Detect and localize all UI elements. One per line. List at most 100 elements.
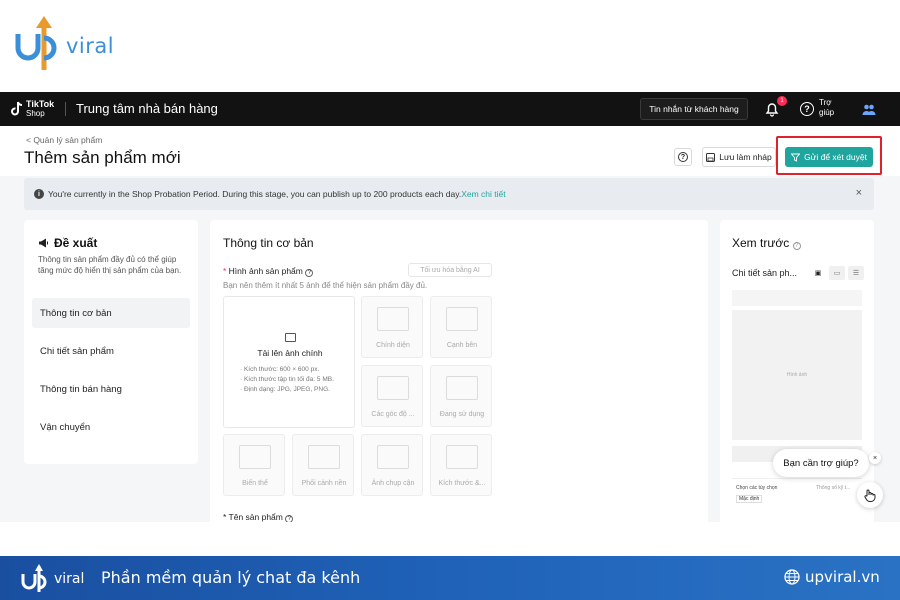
- nav-item-basic-info[interactable]: Thông tin cơ bản: [32, 298, 190, 328]
- product-images-label: * Hình ảnh sản phẩm ?: [223, 266, 314, 277]
- preview-spec-label: Thông số kỹ t...: [816, 485, 851, 491]
- tiktok-note-icon: [11, 101, 23, 116]
- preview-image-placeholder: Hình ảnh: [786, 372, 808, 378]
- tiktok-logo-line2: Shop: [26, 109, 45, 118]
- seller-center-title: Trung tâm nhà bán hàng: [76, 101, 218, 116]
- tiktok-logo-line1: TikTok: [26, 99, 55, 109]
- page-header: < Quản lý sản phẩm Thêm sản phẩm mới ? L…: [0, 126, 900, 176]
- preview-title: Xem trước ?: [732, 236, 801, 250]
- image-slot-variant[interactable]: Biến thể: [223, 434, 285, 496]
- tiktok-header: TikTok Shop Trung tâm nhà bán hàng Tin n…: [0, 92, 900, 126]
- image-slot-label: Đang sử dụng: [439, 411, 485, 418]
- save-draft-button[interactable]: Lưu làm nháp: [702, 147, 776, 167]
- suggestion-description: Thông tin sản phẩm đầy đủ có thể giúp tă…: [38, 255, 182, 275]
- help-icon[interactable]: ?: [800, 102, 814, 116]
- upload-spec-size: · Kích thước: 600 × 600 px.: [240, 366, 320, 373]
- image-slot-label: Các góc độ ...: [371, 411, 415, 418]
- image-slot-background[interactable]: Phối cảnh nền: [292, 434, 354, 496]
- preview-device-switch: ▣ ▭ ☰: [810, 266, 864, 280]
- upviral-footer-bar: viral Phần mềm quản lý chat đa kênh upvi…: [0, 556, 900, 600]
- image-slot-dimensions[interactable]: Kích thước &...: [430, 434, 492, 496]
- upviral-logo-text: viral: [66, 34, 115, 58]
- info-circle-icon: ?: [285, 515, 294, 522]
- preview-option-label: Chọn các tùy chọn: [736, 485, 778, 491]
- footer-tagline: Phần mềm quản lý chat đa kênh: [101, 568, 361, 587]
- suggestion-title-text: Đề xuất: [54, 236, 98, 250]
- image-slot-label: Phối cảnh nền: [301, 480, 347, 487]
- probation-banner: i You're currently in the Shop Probation…: [24, 178, 874, 210]
- image-slot-label: Cạnh bên: [446, 342, 478, 349]
- upviral-logo-mark-icon: [21, 564, 47, 592]
- image-slot-side[interactable]: Cạnh bên: [430, 296, 492, 358]
- assistant-hand-button[interactable]: [857, 482, 883, 508]
- help-bubble-close-icon[interactable]: ×: [869, 452, 881, 464]
- question-icon: ?: [678, 152, 688, 162]
- box-placeholder-icon: [446, 376, 478, 400]
- suggestion-panel: Đề xuất Thông tin sản phẩm đầy đủ có thể…: [24, 220, 198, 464]
- info-circle-icon: ?: [792, 242, 801, 250]
- product-name-label-text: Tên sản phẩm: [228, 512, 283, 522]
- upviral-brand-header: viral: [0, 0, 900, 92]
- footer-logo-text: viral: [54, 571, 85, 587]
- image-slot-front[interactable]: Chính diện: [361, 296, 423, 358]
- banner-details-link[interactable]: Xem chi tiết: [461, 189, 505, 199]
- basic-info-form: Thông tin cơ bản * Hình ảnh sản phẩm ? T…: [210, 220, 708, 522]
- upload-main-label: Tải lên ảnh chính: [257, 348, 323, 358]
- upload-specs: · Kích thước: 600 × 600 px. · Kích thước…: [240, 365, 334, 395]
- close-icon[interactable]: ×: [856, 187, 862, 199]
- tiktok-shop-logo[interactable]: TikTok Shop: [10, 99, 64, 119]
- add-product-page: < Quản lý sản phẩm Thêm sản phẩm mới ? L…: [0, 126, 900, 522]
- magnifier-placeholder-icon: [377, 445, 409, 469]
- notification-badge: 1: [777, 96, 787, 106]
- image-slot-angles[interactable]: Các góc độ ...: [361, 365, 423, 427]
- need-help-bubble[interactable]: Bạn cần trợ giúp?: [773, 449, 869, 477]
- banner-message: You're currently in the Shop Probation P…: [48, 189, 506, 199]
- box-placeholder-icon: [377, 376, 409, 400]
- help-label[interactable]: Trợ giúp: [819, 98, 841, 118]
- listing-icon[interactable]: ☰: [848, 266, 864, 280]
- preview-default-tag: Mặc định: [736, 495, 763, 503]
- ruler-placeholder-icon: [446, 445, 478, 469]
- hand-icon: [864, 489, 876, 502]
- suggestion-title: Đề xuất: [38, 236, 97, 250]
- image-slot-label: Kích thước &...: [438, 480, 486, 487]
- form-section-title: Thông tin cơ bản: [223, 236, 314, 250]
- breadcrumb[interactable]: < Quản lý sản phẩm: [26, 135, 102, 145]
- info-circle-icon: ?: [305, 269, 314, 277]
- upviral-footer-logo: viral: [20, 562, 90, 594]
- images-hint: Bạn nên thêm ít nhất 5 ảnh để thể hiện s…: [223, 281, 428, 290]
- page-title: Thêm sản phẩm mới: [24, 148, 181, 167]
- highlight-annotation-box: [776, 136, 882, 175]
- image-slot-label: Ảnh chụp cận: [371, 480, 415, 487]
- account-avatar-icon[interactable]: [862, 102, 876, 116]
- preview-top-bar: [732, 290, 862, 306]
- main-image-upload[interactable]: Tải lên ảnh chính · Kích thước: 600 × 60…: [223, 296, 355, 428]
- megaphone-icon: [39, 238, 48, 248]
- banner-text: You're currently in the Shop Probation P…: [48, 189, 462, 199]
- box-placeholder-icon: [377, 307, 409, 331]
- product-name-label: * Tên sản phẩm ?: [223, 512, 294, 522]
- upload-spec-filesize: · Kích thước tập tin tối đa: 5 MB.: [240, 376, 334, 383]
- desktop-icon[interactable]: ▭: [829, 266, 845, 280]
- nav-item-product-details[interactable]: Chi tiết sản phẩm: [32, 336, 190, 366]
- wallet-placeholder-icon: [239, 445, 271, 469]
- upload-spec-format: · Định dạng: JPG, JPEG, PNG.: [240, 386, 330, 393]
- upviral-logo: viral: [14, 12, 114, 72]
- preview-subtitle: Chi tiết sản ph...: [732, 268, 798, 278]
- ai-optimize-button[interactable]: Tối ưu hóa bằng AI: [408, 263, 492, 277]
- footer-website[interactable]: upviral.vn: [784, 568, 880, 586]
- header-divider: [65, 102, 66, 116]
- customer-messages-button[interactable]: Tin nhắn từ khách hàng: [640, 98, 748, 120]
- preview-image: Hình ảnh: [732, 310, 862, 440]
- page-help-button[interactable]: ?: [674, 148, 692, 166]
- spacer: [0, 522, 900, 556]
- image-slot-in-use[interactable]: Đang sử dụng: [430, 365, 492, 427]
- image-slot-label: Chính diện: [376, 342, 410, 349]
- save-icon: [706, 152, 716, 162]
- scene-placeholder-icon: [308, 445, 340, 469]
- image-slot-closeup[interactable]: Ảnh chụp cận: [361, 434, 423, 496]
- nav-item-sales-info[interactable]: Thông tin bán hàng: [32, 374, 190, 404]
- nav-item-shipping[interactable]: Vận chuyển: [32, 412, 190, 442]
- info-icon: i: [34, 189, 44, 199]
- lock-icon[interactable]: ▣: [810, 266, 826, 280]
